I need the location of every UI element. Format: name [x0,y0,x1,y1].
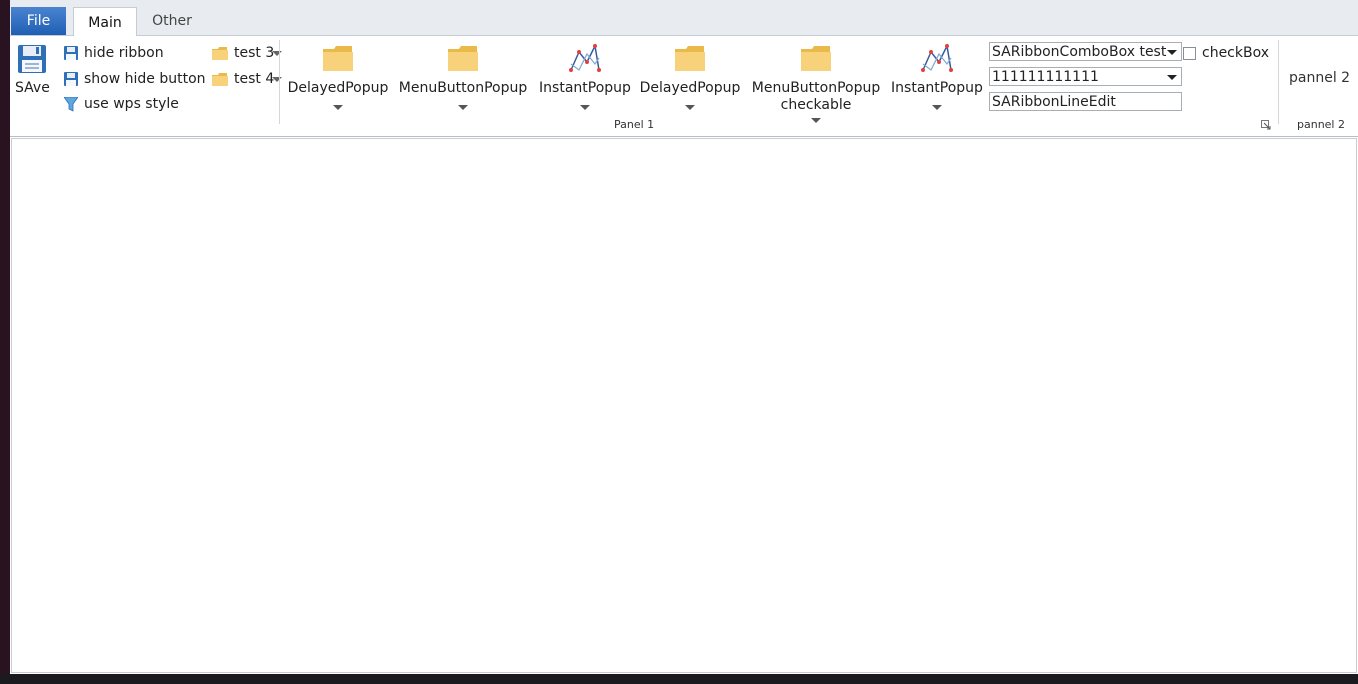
app-window: File Main Other SAve hide ribbon show hi… [10,0,1358,674]
chevron-down-icon [811,118,821,123]
chevron-down-icon [685,105,695,110]
delayed-popup-label-2: DelayedPopup [639,80,741,96]
delayed-popup-label: DelayedPopup [287,80,389,96]
chevron-down-icon [580,105,590,110]
checkbox-label: checkBox [1202,45,1270,61]
floppy-disk-icon [64,46,78,60]
file-button[interactable]: File [11,7,66,35]
delayed-popup-button[interactable]: DelayedPopup [288,42,388,110]
tab-other[interactable]: Other [141,7,203,35]
test4-button[interactable]: test 4 [212,68,283,90]
menu-button-popup-button[interactable]: MenuButtonPopup [396,42,530,110]
folder-icon [674,42,706,76]
ribbon-panel-area: SAve hide ribbon show hide button use wp… [10,36,1358,137]
use-wps-style-label: use wps style [84,96,179,112]
main-content-area [11,138,1357,673]
hide-ribbon-button[interactable]: hide ribbon [64,42,164,64]
chevron-down-icon [1167,75,1177,80]
instant-popup-button-2[interactable]: InstantPopup [890,42,984,110]
ribbon-line-edit[interactable]: SARibbonLineEdit [989,92,1182,111]
use-wps-style-button[interactable]: use wps style [64,93,179,115]
menu-button-popup-label: MenuButtonPopup [398,80,528,96]
folder-icon [212,46,228,60]
filter-icon [64,96,78,112]
number-combobox[interactable]: 111111111111 [989,67,1182,86]
menu-button-popup-checkable-label: MenuButtonPopup checkable [751,80,881,113]
ribbon-tab-bar: File Main Other [10,0,1358,37]
panel-options-icon[interactable] [1261,118,1271,134]
show-hide-button[interactable]: show hide button [64,68,206,90]
test3-button[interactable]: test 3 [212,42,283,64]
test4-label: test 4 [234,71,275,87]
line-chart-icon [569,42,601,76]
test3-label: test 3 [234,45,275,61]
floppy-disk-icon [17,42,47,76]
chevron-down-icon [458,105,468,110]
checkbox-box[interactable] [1183,46,1196,60]
system-taskbar [0,674,1358,684]
tab-main[interactable]: Main [73,7,137,37]
line-edit-value: SARibbonLineEdit [992,93,1116,110]
combobox-value: SARibbonComboBox test [992,43,1167,60]
checkbox[interactable]: checkBox [1183,42,1269,64]
panel1-title: Panel 1 [614,118,655,131]
folder-icon [212,72,228,86]
folder-icon [322,42,354,76]
save-label: SAve [15,80,50,96]
chevron-down-icon [272,50,283,56]
panel-separator [1278,40,1279,124]
instant-popup-button[interactable]: InstantPopup [538,42,632,110]
show-hide-button-label: show hide button [84,71,206,87]
floppy-disk-icon [64,72,78,86]
instant-popup-label: InstantPopup [539,80,631,96]
panel2-title: pannel 2 [1297,118,1345,131]
delayed-popup-button-2[interactable]: DelayedPopup [640,42,740,110]
menu-button-popup-checkable-button[interactable]: MenuButtonPopup checkable [748,42,884,123]
folder-icon [800,42,832,76]
save-button[interactable]: SAve [15,42,50,97]
chevron-down-icon [1167,50,1177,55]
pannel2-button[interactable]: pannel 2 [1289,70,1350,86]
folder-icon [447,42,479,76]
panel-separator [279,40,280,124]
chevron-down-icon [932,105,942,110]
ribbon-combobox-test[interactable]: SARibbonComboBox test [989,42,1182,61]
chevron-down-icon [333,105,343,110]
instant-popup-label-2: InstantPopup [891,80,983,96]
line-chart-icon [921,42,953,76]
hide-ribbon-label: hide ribbon [84,45,164,61]
chevron-down-icon [272,76,283,82]
combobox-value: 111111111111 [992,68,1099,85]
